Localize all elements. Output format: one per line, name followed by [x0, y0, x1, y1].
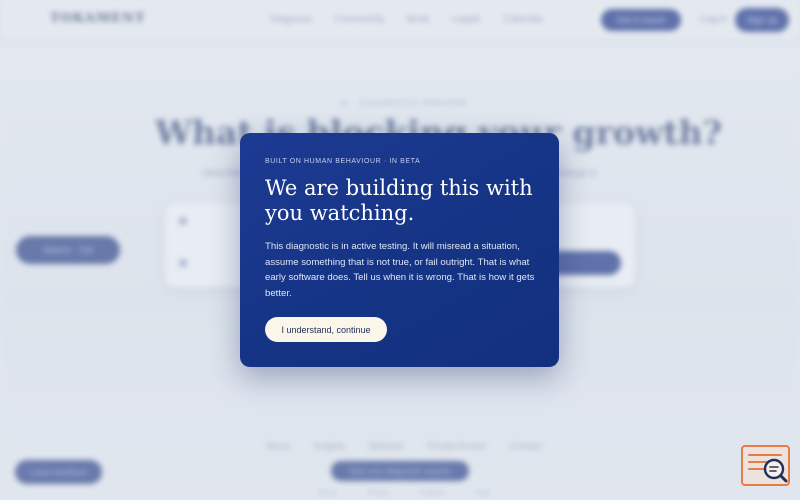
search-list-icon [763, 458, 788, 483]
understand-continue-button[interactable]: I understand, continue [265, 317, 387, 342]
modal-title: We are building this with you watching. [265, 176, 533, 225]
beta-notice-modal: BUILT ON HUMAN BEHAVIOUR · IN BETA We ar… [240, 133, 559, 367]
modal-body: This diagnostic is in active testing. It… [265, 241, 535, 299]
diagnostic-widget-button[interactable] [741, 445, 790, 486]
modal-eyebrow: BUILT ON HUMAN BEHAVIOUR · IN BETA [265, 158, 421, 165]
